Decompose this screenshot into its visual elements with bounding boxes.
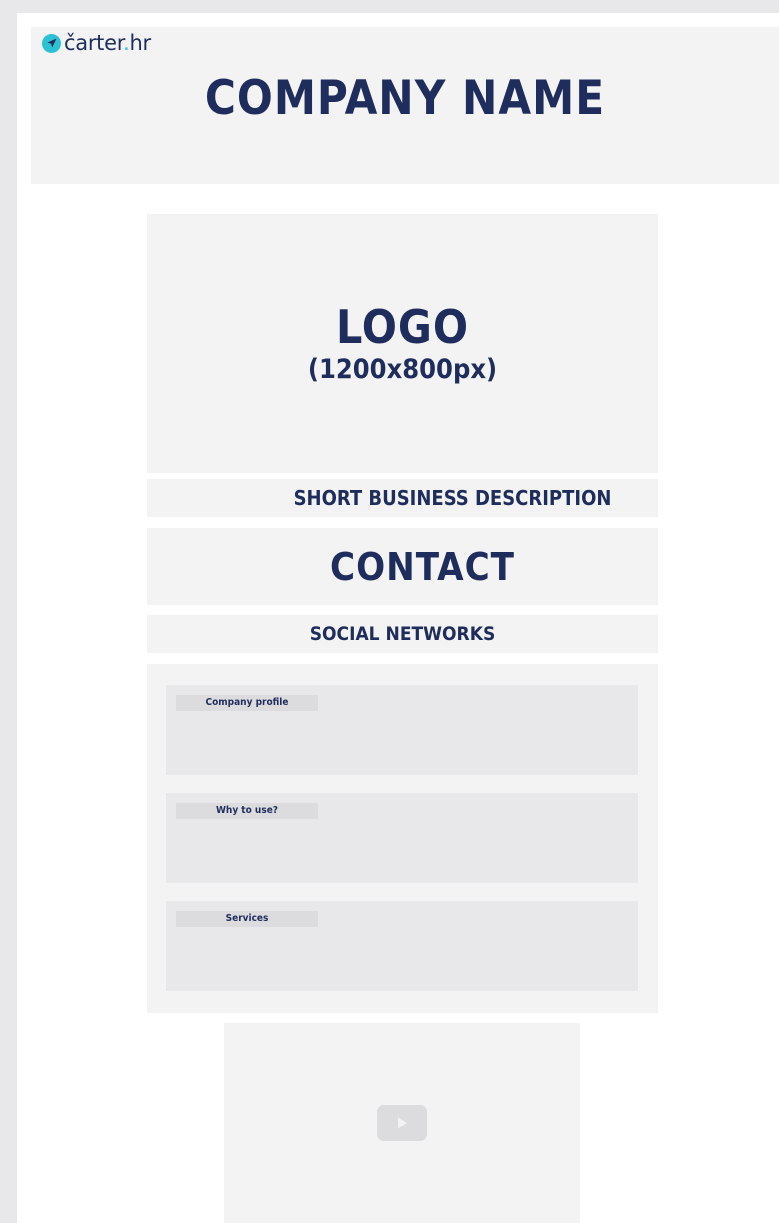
services-section: Services — [166, 901, 638, 991]
brand-name: čarter.hr — [64, 31, 151, 55]
logo-size-hint: (1200x800px) — [307, 353, 498, 385]
logo-title: LOGO — [335, 299, 470, 354]
company-name-title: COMPANY NAME — [204, 71, 606, 126]
paper-plane-glyph — [47, 38, 56, 48]
business-description-label: SHORT BUSINESS DESCRIPTION — [293, 486, 612, 510]
section-label: Why to use? — [176, 803, 318, 819]
page: čarter.hr COMPANY NAME LOGO (1200x800px)… — [17, 13, 779, 1223]
info-sections-panel: Company profile Why to use? Services — [147, 664, 658, 1013]
why-to-use-section: Why to use? — [166, 793, 638, 883]
play-button[interactable] — [377, 1105, 427, 1141]
section-label: Services — [176, 911, 318, 927]
brand-logo[interactable]: čarter.hr — [42, 31, 151, 55]
header-banner: čarter.hr COMPANY NAME — [31, 27, 779, 184]
section-label: Company profile — [176, 695, 318, 711]
business-description-section: SHORT BUSINESS DESCRIPTION — [147, 479, 658, 517]
social-networks-label: SOCIAL NETWORKS — [309, 623, 496, 645]
logo-placeholder: LOGO (1200x800px) — [147, 214, 658, 473]
video-placeholder[interactable] — [224, 1023, 580, 1223]
brand-name-tld: hr — [129, 31, 152, 55]
company-profile-section: Company profile — [166, 685, 638, 775]
paper-plane-icon — [42, 33, 61, 53]
play-icon — [398, 1117, 407, 1129]
social-networks-section: SOCIAL NETWORKS — [147, 615, 658, 653]
brand-name-main: čarter — [64, 31, 124, 55]
contact-section: CONTACT — [147, 528, 658, 605]
contact-label: CONTACT — [330, 544, 515, 589]
